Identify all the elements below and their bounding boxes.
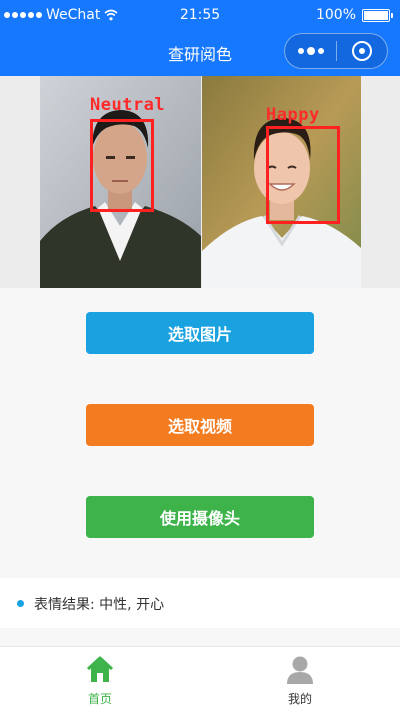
result-photo-1: Neutral	[40, 76, 201, 288]
more-menu-button[interactable]	[285, 33, 336, 69]
tab-bar: 首页 我的	[0, 646, 400, 707]
close-mini-program-button[interactable]	[337, 33, 387, 69]
face-box-happy	[266, 126, 340, 224]
bullet-icon	[17, 600, 24, 607]
use-camera-button[interactable]: 使用摄像头	[86, 496, 314, 538]
face-label-happy: Happy	[266, 105, 320, 125]
tab-home[interactable]: 首页	[0, 647, 200, 707]
face-box-neutral	[90, 119, 154, 212]
select-image-button[interactable]: 选取图片	[86, 312, 314, 354]
tab-mine-label: 我的	[287, 692, 312, 706]
tab-mine[interactable]: 我的	[200, 647, 400, 707]
face-label-neutral: Neutral	[90, 95, 166, 115]
image-preview-area: Neutral Happy	[0, 76, 400, 288]
target-icon	[351, 41, 372, 61]
mini-program-capsule	[284, 33, 388, 69]
status-right: 100%	[315, 7, 393, 23]
status-bar: WeChat 21:55 100%	[0, 0, 400, 30]
user-icon	[287, 656, 313, 684]
battery-icon	[362, 8, 393, 22]
battery-percent: 100%	[315, 7, 356, 23]
result-photo-2: Happy	[202, 76, 361, 288]
tab-home-label: 首页	[87, 692, 112, 706]
select-video-button[interactable]: 选取视频	[86, 404, 314, 446]
expression-result-text: 表情结果: 中性, 开心	[34, 597, 165, 613]
result-row: 表情结果: 中性, 开心	[0, 578, 400, 628]
home-icon	[86, 656, 114, 682]
nav-bar: 查研阅色	[0, 30, 400, 76]
